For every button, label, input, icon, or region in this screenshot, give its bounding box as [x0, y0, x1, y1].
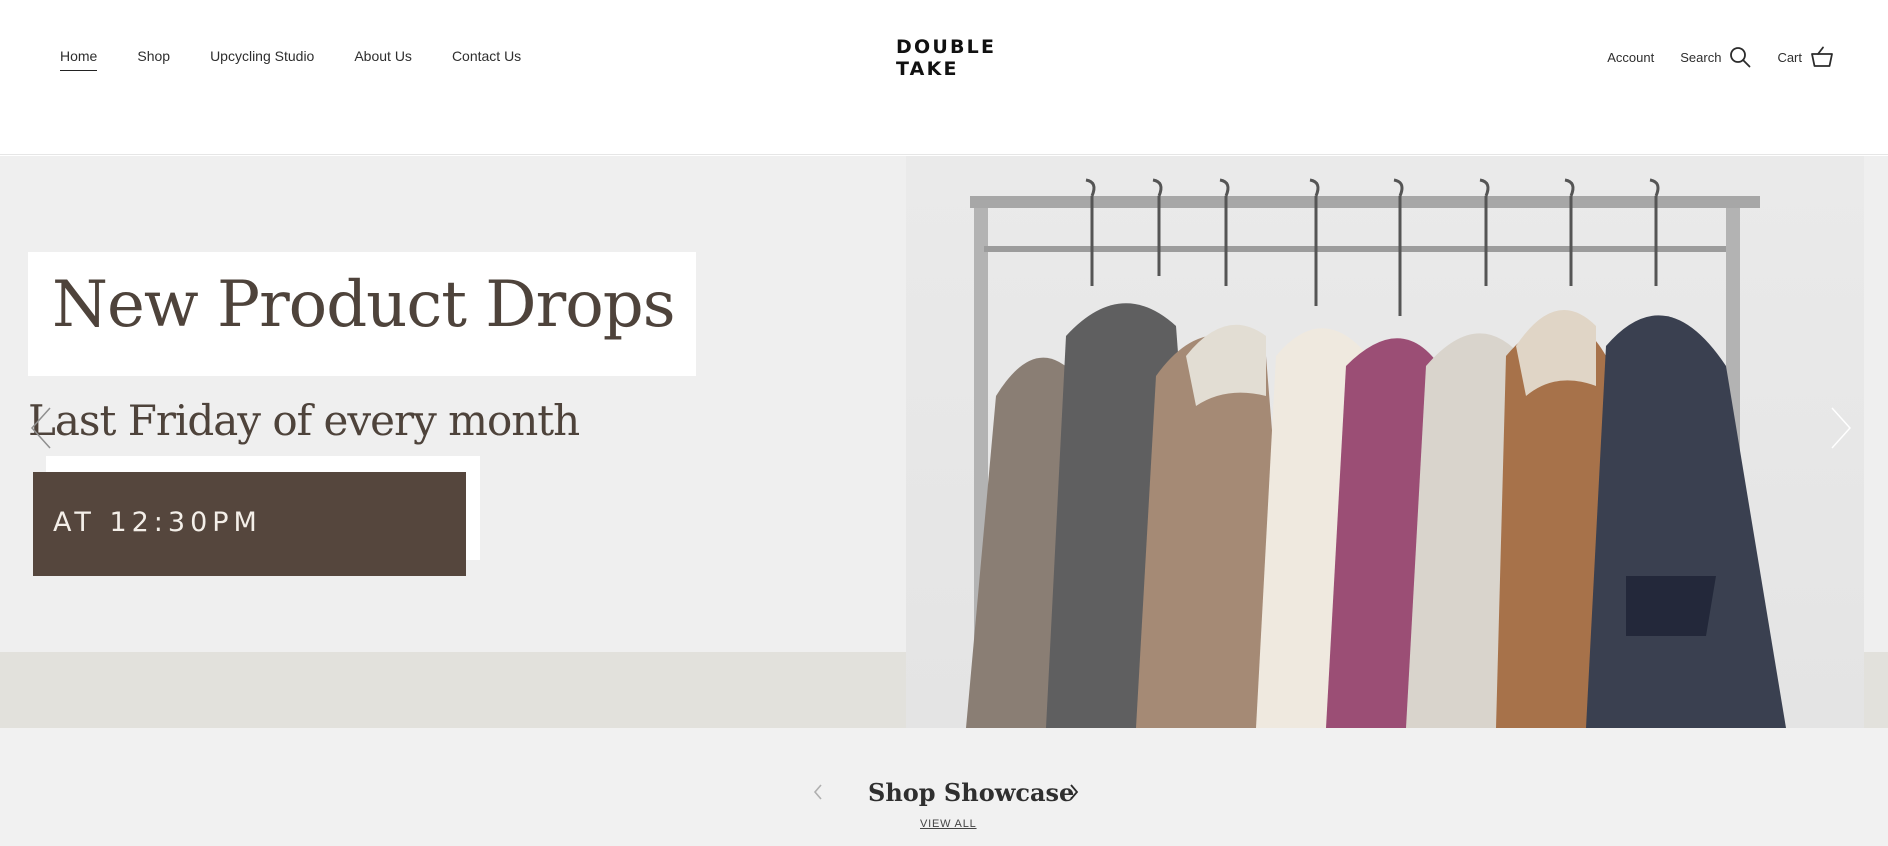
shop-showcase-section: Shop Showcase VIEW ALL [0, 728, 1888, 846]
main-nav: Home Shop Upcycling Studio About Us Cont… [60, 48, 561, 71]
account-link[interactable]: Account [1607, 50, 1654, 65]
slideshow-next-chevron-right-icon[interactable] [1830, 406, 1852, 455]
search-link[interactable]: Search [1680, 50, 1721, 65]
view-all-link[interactable]: VIEW ALL [920, 818, 977, 830]
hero-bottom-band [0, 652, 906, 728]
showcase-title: Shop Showcase [868, 778, 1075, 807]
hero-title: New Product Drops [52, 268, 676, 342]
cart-link[interactable]: Cart [1777, 50, 1802, 65]
nav-shop[interactable]: Shop [137, 48, 170, 71]
search-icon[interactable] [1729, 46, 1751, 68]
hero-title-box: New Product Drops [28, 252, 696, 376]
logo-line-2: TAKE [896, 58, 959, 80]
hero-slideshow: New Product Drops Last Friday of every m… [0, 156, 1888, 728]
hero-bottom-band-right [1864, 652, 1888, 728]
cart-icon[interactable] [1810, 46, 1834, 68]
hero-time-badge: AT 12:30PM [33, 472, 466, 576]
slideshow-prev-chevron-left-icon[interactable] [30, 406, 52, 455]
header-utilities: Account Search Cart [1581, 46, 1834, 68]
hero-time-label: AT 12:30PM [53, 507, 262, 538]
nav-upcycling-studio[interactable]: Upcycling Studio [210, 48, 314, 71]
logo-line-1: DOUBLE [896, 36, 997, 58]
nav-home[interactable]: Home [60, 48, 98, 71]
clothing-rack-image [906, 156, 1864, 728]
nav-about-us[interactable]: About Us [354, 48, 412, 71]
site-logo[interactable]: DOUBLE TAKE [896, 36, 996, 80]
hero-subtitle: Last Friday of every month [28, 396, 580, 445]
showcase-prev-chevron-left-icon[interactable] [812, 782, 824, 807]
showcase-next-chevron-right-icon[interactable] [1068, 782, 1080, 807]
nav-contact-us[interactable]: Contact Us [452, 48, 521, 71]
site-header: Home Shop Upcycling Studio About Us Cont… [0, 0, 1888, 155]
